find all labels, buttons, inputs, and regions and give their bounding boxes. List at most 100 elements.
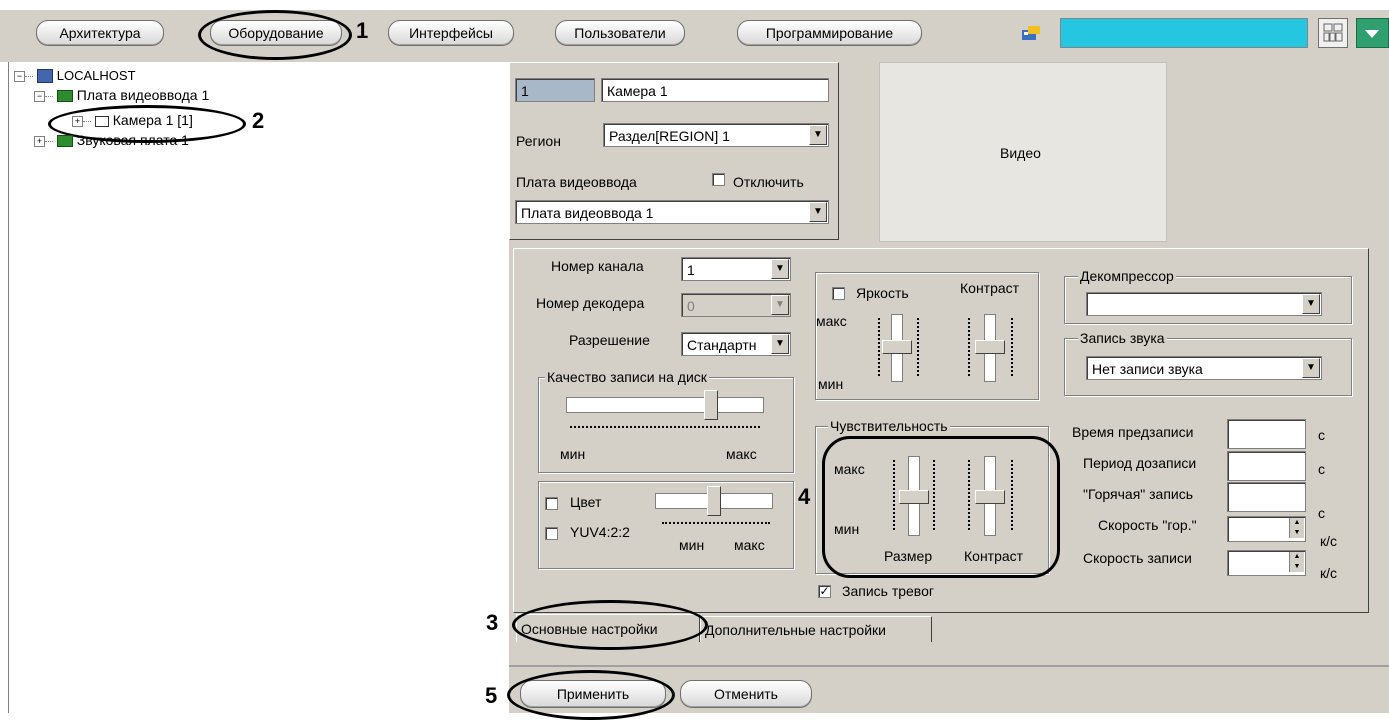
decoder-label: Номер декодера <box>536 295 645 311</box>
prerecord-input[interactable] <box>1227 419 1306 449</box>
callout-number-4: 4 <box>798 484 811 509</box>
chevron-down-icon[interactable]: ▼ <box>771 334 789 354</box>
tab-architecture[interactable]: Архитектура <box>36 20 164 46</box>
hot-speed-label: Скорость "гор." <box>1098 517 1197 533</box>
color-label: Цвет <box>570 494 602 510</box>
quality-slider-track[interactable] <box>566 397 764 413</box>
spinner-arrows-icon[interactable]: ▲ ▼ <box>1289 552 1304 572</box>
hot-record-input[interactable] <box>1227 482 1306 512</box>
brightness-min-label: мин <box>818 376 844 392</box>
quality-slider-thumb[interactable] <box>704 390 718 420</box>
channel-label: Номер канала <box>551 258 644 274</box>
callout-number-1: 1 <box>356 18 369 43</box>
decompressor-title: Декомпрессор <box>1078 268 1176 284</box>
board-label: Плата видеоввода <box>516 174 637 190</box>
channel-value: 1 <box>687 262 695 278</box>
chevron-down-icon[interactable]: ▼ <box>771 259 789 279</box>
chevron-down-icon[interactable]: ▼ <box>809 125 827 145</box>
object-id-field[interactable]: 1 <box>515 78 595 102</box>
disable-checkbox[interactable] <box>712 173 725 186</box>
alarm-label: Запись тревог <box>842 583 934 599</box>
resolution-label: Разрешение <box>569 332 650 348</box>
quality-min-label: мин <box>560 446 586 462</box>
channel-select[interactable]: 1 ▼ <box>681 257 791 281</box>
chevron-down-icon[interactable]: ▼ <box>1302 358 1320 378</box>
decompressor-select[interactable]: ▼ <box>1086 292 1322 316</box>
sound-board-icon <box>56 135 73 148</box>
tree-item-localhost[interactable]: − LOCALHOST <box>14 66 136 84</box>
object-tree <box>8 62 510 713</box>
tab-programming[interactable]: Программирование <box>737 20 922 46</box>
color-min-label: мин <box>679 537 705 553</box>
tab-users[interactable]: Пользователи <box>555 20 685 46</box>
callout-ellipse-4 <box>822 436 1060 578</box>
hot-speed-unit: к/с <box>1320 533 1338 549</box>
color-ticks <box>662 522 770 528</box>
callout-ellipse-3 <box>512 600 708 650</box>
object-name-field[interactable]: Камера 1 <box>601 78 829 102</box>
collapse-icon[interactable]: − <box>14 70 25 82</box>
quality-title: Качество записи на диск <box>545 369 709 385</box>
region-select[interactable]: Раздел[REGION] 1 ▼ <box>603 123 829 147</box>
contrast-slider-thumb[interactable] <box>975 340 1005 354</box>
quality-ticks <box>570 426 760 432</box>
yuv-checkbox[interactable] <box>545 527 558 540</box>
callout-number-3: 3 <box>486 610 499 635</box>
color-slider-thumb[interactable] <box>707 486 721 516</box>
color-checkbox[interactable] <box>545 497 558 510</box>
video-label: Видео <box>1000 145 1041 161</box>
computer-icon <box>36 69 53 84</box>
prerecord-label: Время предзаписи <box>1072 424 1194 440</box>
hot-record-unit: с <box>1318 505 1325 521</box>
chevron-down-icon[interactable]: ▼ <box>1302 294 1320 314</box>
tab-interfaces[interactable]: Интерфейсы <box>388 20 514 46</box>
expand-icon[interactable]: + <box>34 135 45 147</box>
tree-label-board: Плата видеоввода 1 <box>76 87 210 103</box>
alarm-checkbox[interactable]: ✓ <box>818 585 831 598</box>
brightness-label: Яркость <box>856 285 909 301</box>
tab-advanced-settings[interactable]: Дополнительные настройки <box>700 616 932 642</box>
divider <box>509 665 1389 667</box>
top-strip <box>0 0 1389 10</box>
resolution-value: Стандартн <box>687 337 757 353</box>
chevron-down-icon[interactable]: ▼ <box>809 202 827 222</box>
brightness-max-label: макс <box>816 313 847 329</box>
rec-speed-label: Скорость записи <box>1083 550 1192 566</box>
status-field <box>1060 18 1308 48</box>
postrecord-unit: с <box>1318 461 1325 477</box>
cancel-button[interactable]: Отменить <box>680 680 812 708</box>
callout-number-5: 5 <box>485 683 498 708</box>
board-select[interactable]: Плата видеоввода 1 ▼ <box>515 200 829 224</box>
contrast-ticks-l <box>968 318 972 376</box>
config-icon[interactable] <box>1020 24 1042 42</box>
region-label: Регион <box>516 133 561 149</box>
sound-select[interactable]: Нет записи звука ▼ <box>1086 356 1322 380</box>
hot-speed-spinner[interactable]: ▲ ▼ <box>1227 516 1306 542</box>
sound-value: Нет записи звука <box>1092 361 1203 377</box>
collapse-icon[interactable]: − <box>34 90 45 102</box>
tree-item-board[interactable]: − Плата видеоввода 1 <box>34 86 209 104</box>
tree-item-sound[interactable]: + Звуковая плата 1 <box>34 131 189 149</box>
layout-icon[interactable] <box>1318 18 1348 48</box>
board-value: Плата видеоввода 1 <box>521 205 654 221</box>
prerecord-unit: с <box>1318 427 1325 443</box>
tree-label-localhost: LOCALHOST <box>56 68 136 83</box>
resolution-select[interactable]: Стандартн ▼ <box>681 332 791 356</box>
color-max-label: макс <box>734 537 765 553</box>
tree-label-sound: Звуковая плата 1 <box>76 132 189 148</box>
sound-title: Запись звука <box>1078 330 1167 346</box>
postrecord-label: Период дозаписи <box>1083 455 1197 471</box>
decoder-select[interactable]: 0 ▼ <box>681 293 791 317</box>
spinner-arrows-icon[interactable]: ▲ ▼ <box>1289 518 1304 538</box>
callout-number-2: 2 <box>252 108 265 133</box>
collapse-icon[interactable] <box>1356 18 1389 48</box>
disable-label: Отключить <box>733 174 804 190</box>
brightness-checkbox[interactable] <box>832 287 845 300</box>
rec-speed-spinner[interactable]: ▲ ▼ <box>1227 550 1306 576</box>
rec-speed-unit: к/с <box>1320 565 1338 581</box>
callout-ellipse-1 <box>198 10 352 60</box>
postrecord-input[interactable] <box>1227 451 1306 481</box>
chevron-down-icon[interactable]: ▼ <box>771 295 789 315</box>
region-value: Раздел[REGION] 1 <box>609 128 730 144</box>
brightness-slider-thumb[interactable] <box>882 340 912 354</box>
